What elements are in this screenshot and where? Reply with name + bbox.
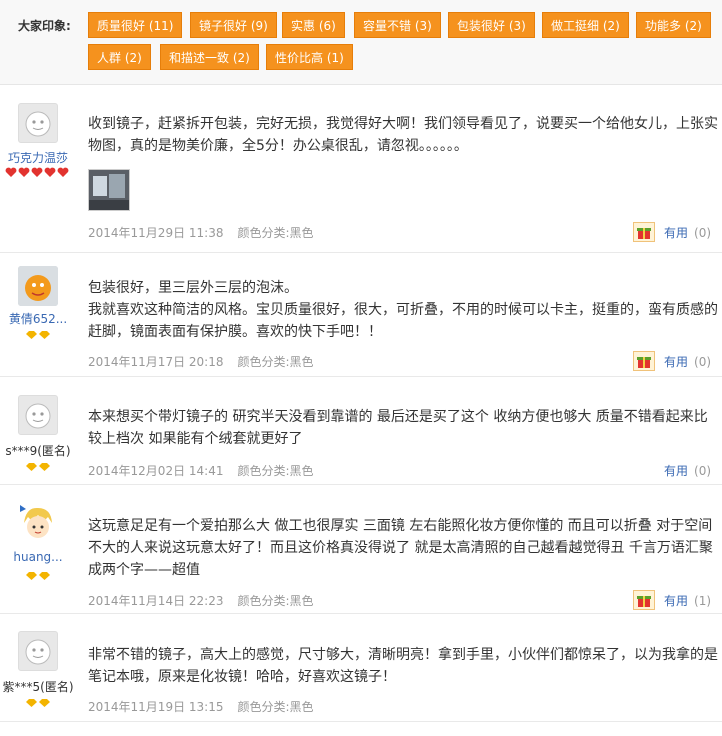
default-avatar-icon bbox=[25, 111, 51, 137]
review-meta: 2014年11月19日 13:15 颜色分类:黑色 bbox=[88, 698, 314, 715]
useful-count: (0) bbox=[694, 226, 712, 240]
diamond-icon bbox=[26, 572, 50, 580]
rank-diamonds bbox=[0, 697, 76, 707]
impression-tag[interactable]: 和描述一致 (2) bbox=[160, 44, 259, 70]
review-text: 收到镜子，赶紧拆开包装，完好无损，我觉得好大啊！我们领导看见了，说要买一个给他女… bbox=[88, 116, 718, 154]
impressions-bar: 大家印象: 质量很好 (11) 镜子很好 (9) 实惠 (6) 容量不错 (3)… bbox=[0, 0, 722, 85]
avatar[interactable] bbox=[18, 503, 58, 543]
impression-tag[interactable]: 镜子很好 (9) bbox=[190, 12, 277, 38]
impression-tag[interactable]: 功能多 (2) bbox=[636, 12, 711, 38]
review-meta: 2014年11月29日 11:38 颜色分类:黑色 bbox=[88, 224, 314, 241]
photo-icon bbox=[89, 170, 129, 210]
review-item: s***9(匿名) 本来想买个带灯镜子的 研究半天没看到靠谱的 最后还是买了这个… bbox=[0, 377, 722, 485]
useful-label[interactable]: 有用 bbox=[664, 594, 688, 608]
review-text: 非常不错的镜子，高大上的感觉，尺寸够大，清晰明亮！拿到手里，小伙伴们都惊呆了，以… bbox=[88, 647, 718, 685]
useful-button[interactable]: 有用 (0) bbox=[664, 353, 711, 370]
review-sku: 颜色分类:黑色 bbox=[237, 700, 314, 714]
useful-button[interactable]: 有用 (0) bbox=[664, 462, 711, 479]
review-sku: 颜色分类:黑色 bbox=[237, 464, 314, 478]
gift-icon[interactable] bbox=[633, 590, 655, 610]
review-date: 2014年11月17日 20:18 bbox=[88, 355, 224, 369]
default-avatar-icon bbox=[25, 403, 51, 429]
username[interactable]: 黄倩652... bbox=[0, 310, 76, 327]
avatar[interactable] bbox=[18, 395, 58, 435]
review-meta: 2014年11月17日 20:18 颜色分类:黑色 bbox=[88, 353, 314, 370]
rank-diamonds bbox=[0, 570, 76, 580]
useful-label[interactable]: 有用 bbox=[664, 226, 688, 240]
review-text: 包装很好，里三层外三层的泡沫。 我就喜欢这种简洁的风格。宝贝质量很好，很大，可折… bbox=[88, 280, 718, 340]
username[interactable]: huang... bbox=[0, 550, 76, 564]
gift-icon[interactable] bbox=[633, 222, 655, 242]
review-sku: 颜色分类:黑色 bbox=[237, 594, 314, 608]
review-text: 这玩意足足有一个爱拍那么大 做工也很厚实 三面镜 左右能照化妆方便你懂的 而且可… bbox=[88, 518, 713, 578]
username: s***9(匿名) bbox=[5, 444, 71, 458]
impression-tag[interactable]: 人群 (2) bbox=[88, 44, 151, 70]
username: 紫***5(匿名) bbox=[2, 680, 74, 694]
avatar[interactable] bbox=[18, 266, 58, 306]
review-meta: 2014年11月14日 22:23 颜色分类:黑色 bbox=[88, 592, 314, 609]
review-date: 2014年11月14日 22:23 bbox=[88, 594, 224, 608]
useful-button[interactable]: 有用 (1) bbox=[664, 592, 711, 609]
useful-label[interactable]: 有用 bbox=[664, 355, 688, 369]
impression-tag[interactable]: 做工挺细 (2) bbox=[542, 12, 629, 38]
rank-hearts bbox=[0, 167, 76, 177]
impression-tag[interactable]: 性价比高 (1) bbox=[266, 44, 353, 70]
heart-icon bbox=[5, 167, 69, 177]
impressions-label: 大家印象: bbox=[18, 19, 71, 33]
review-date: 2014年12月02日 14:41 bbox=[88, 464, 224, 478]
rank-diamonds bbox=[0, 329, 76, 339]
cartoon-avatar-icon bbox=[18, 266, 58, 306]
impression-tag[interactable]: 实惠 (6) bbox=[282, 12, 345, 38]
username[interactable]: 巧克力温莎 bbox=[0, 149, 76, 166]
impression-tag[interactable]: 包装很好 (3) bbox=[448, 12, 535, 38]
diamond-icon bbox=[26, 699, 50, 707]
cartoon-avatar-icon bbox=[18, 503, 58, 543]
useful-count: (1) bbox=[694, 594, 712, 608]
review-text: 本来想买个带灯镜子的 研究半天没看到靠谱的 最后还是买了这个 收纳方便也够大 质… bbox=[88, 409, 708, 447]
avatar[interactable] bbox=[18, 631, 58, 671]
rank-diamonds bbox=[0, 461, 76, 471]
review-item: 黄倩652... 包装很好，里三层外三层的泡沫。 我就喜欢这种简洁的风格。宝贝质… bbox=[0, 253, 722, 377]
gift-icon[interactable] bbox=[633, 351, 655, 371]
review-photo-thumbnail[interactable] bbox=[88, 169, 130, 211]
review-item: huang... 这玩意足足有一个爱拍那么大 做工也很厚实 三面镜 左右能照化妆… bbox=[0, 485, 722, 614]
review-date: 2014年11月19日 13:15 bbox=[88, 700, 224, 714]
diamond-icon bbox=[26, 331, 50, 339]
useful-count: (0) bbox=[694, 355, 712, 369]
default-avatar-icon bbox=[25, 639, 51, 665]
useful-label[interactable]: 有用 bbox=[664, 464, 688, 478]
diamond-icon bbox=[26, 463, 50, 471]
review-sku: 颜色分类:黑色 bbox=[237, 355, 314, 369]
avatar[interactable] bbox=[18, 103, 58, 143]
review-date: 2014年11月29日 11:38 bbox=[88, 226, 224, 240]
review-item: 巧克力温莎 收到镜子，赶紧拆开包装，完好无损，我觉得好大啊！我们领导看见了，说要… bbox=[0, 85, 722, 253]
review-item: 紫***5(匿名) 非常不错的镜子，高大上的感觉，尺寸够大，清晰明亮！拿到手里，… bbox=[0, 614, 722, 722]
useful-button[interactable]: 有用 (0) bbox=[664, 224, 711, 241]
impression-tag[interactable]: 容量不错 (3) bbox=[354, 12, 441, 38]
useful-count: (0) bbox=[694, 464, 712, 478]
review-meta: 2014年12月02日 14:41 颜色分类:黑色 bbox=[88, 462, 314, 479]
impression-tag[interactable]: 质量很好 (11) bbox=[88, 12, 183, 38]
review-sku: 颜色分类:黑色 bbox=[237, 226, 314, 240]
